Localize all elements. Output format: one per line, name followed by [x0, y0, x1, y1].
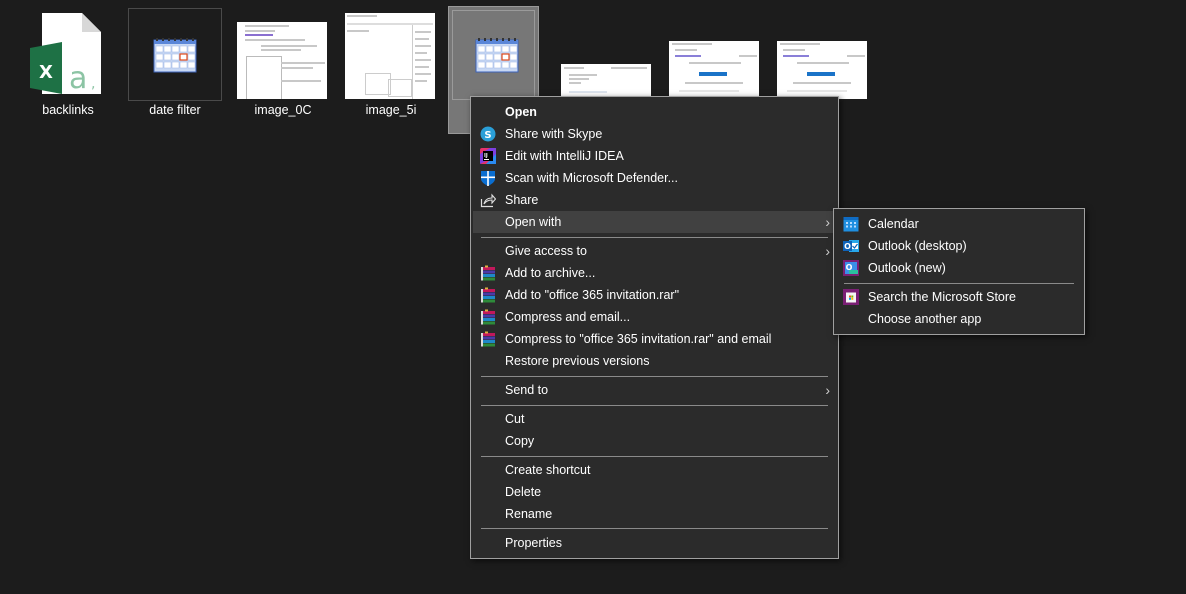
submenu-item-outlook-desktop[interactable]: O Outlook (desktop): [836, 235, 1082, 257]
file-email-thumb-2[interactable]: [669, 41, 759, 99]
menu-item-label: Create shortcut: [505, 463, 591, 477]
menu-separator: [481, 237, 828, 238]
menu-item-restore-previous-versions[interactable]: Restore previous versions: [473, 350, 836, 372]
winrar-icon: [481, 265, 495, 281]
context-menu: Open S Share with Skype IJ Edit with Int…: [470, 96, 839, 559]
menu-separator: [844, 283, 1074, 284]
file-name: image_0C: [254, 103, 312, 117]
menu-item-label: Send to: [505, 383, 549, 397]
intellij-icon: IJ: [480, 148, 496, 164]
svg-text:,: ,: [91, 76, 95, 92]
menu-item-label: Scan with Microsoft Defender...: [505, 171, 678, 185]
menu-item-label: Open with: [505, 215, 562, 229]
menu-item-label: Compress to "office 365 invitation.rar" …: [505, 332, 772, 346]
menu-item-open[interactable]: Open: [473, 101, 836, 123]
menu-item-copy[interactable]: Copy: [473, 430, 836, 452]
menu-item-label: Compress and email...: [505, 310, 631, 324]
menu-item-label: Open: [505, 105, 537, 119]
menu-item-share[interactable]: Share: [473, 189, 836, 211]
menu-item-label: Restore previous versions: [505, 354, 650, 368]
menu-item-label: Properties: [505, 536, 562, 550]
menu-item-label: Share: [505, 193, 539, 207]
submenu-item-label: Outlook (new): [868, 261, 946, 275]
menu-item-compress-to-rar-and-email[interactable]: Compress to "office 365 invitation.rar" …: [473, 328, 836, 350]
menu-item-label: Copy: [505, 434, 535, 448]
share-icon: [480, 193, 496, 208]
submenu-item-label: Search the Microsoft Store: [868, 290, 1016, 304]
winrar-icon: [481, 309, 495, 325]
menu-item-label: Add to "office 365 invitation.rar": [505, 288, 680, 302]
file-name: backlinks: [42, 103, 94, 117]
menu-item-rename[interactable]: Rename: [473, 503, 836, 525]
svg-text:a: a: [69, 61, 87, 96]
menu-item-create-shortcut[interactable]: Create shortcut: [473, 459, 836, 481]
submenu-item-choose-another-app[interactable]: Choose another app: [836, 308, 1082, 330]
microsoft-store-icon: [843, 289, 859, 305]
menu-item-scan-with-defender[interactable]: Scan with Microsoft Defender...: [473, 167, 836, 189]
outlook-new-icon: O: [843, 260, 859, 276]
menu-item-open-with[interactable]: Open with ›: [473, 211, 836, 233]
svg-text:X: X: [39, 62, 53, 83]
submenu-item-search-microsoft-store[interactable]: Search the Microsoft Store: [836, 286, 1082, 308]
menu-item-add-to-rar[interactable]: Add to "office 365 invitation.rar": [473, 284, 836, 306]
submenu-item-label: Outlook (desktop): [868, 239, 967, 253]
svg-text:S: S: [484, 130, 491, 141]
file-name: image_5i: [365, 103, 417, 117]
file-email-thumb-1[interactable]: [561, 64, 651, 100]
submenu-item-outlook-new[interactable]: O Outlook (new): [836, 257, 1082, 279]
menu-item-label: Delete: [505, 485, 542, 499]
defender-shield-icon: [481, 171, 495, 186]
menu-item-compress-and-email[interactable]: Compress and email...: [473, 306, 836, 328]
submenu-item-label: Calendar: [868, 217, 919, 231]
submenu-item-label: Choose another app: [868, 312, 982, 326]
menu-item-label: Edit with IntelliJ IDEA: [505, 149, 624, 163]
outlook-desktop-icon: O: [843, 240, 859, 252]
calendar-file-icon: [153, 38, 197, 73]
menu-item-cut[interactable]: Cut: [473, 408, 836, 430]
menu-item-share-with-skype[interactable]: S Share with Skype: [473, 123, 836, 145]
submenu-item-calendar[interactable]: Calendar: [836, 213, 1082, 235]
chevron-right-icon: ›: [825, 382, 830, 398]
svg-text:IJ: IJ: [484, 153, 488, 159]
menu-item-label: Rename: [505, 507, 553, 521]
calendar-app-icon: [843, 217, 859, 232]
chevron-right-icon: ›: [825, 243, 830, 259]
excel-csv-icon: X a ,: [30, 13, 101, 96]
menu-item-give-access-to[interactable]: Give access to ›: [473, 240, 836, 262]
file-email-thumb-3[interactable]: [777, 41, 867, 99]
menu-separator: [481, 456, 828, 457]
svg-text:O: O: [844, 242, 851, 251]
menu-separator: [481, 405, 828, 406]
image-thumbnail: [237, 22, 327, 99]
chevron-right-icon: ›: [825, 214, 830, 230]
menu-item-label: Give access to: [505, 244, 587, 258]
skype-icon: S: [480, 126, 496, 142]
open-with-submenu: Calendar O Outlook (desktop) O Outlook (…: [833, 208, 1085, 335]
menu-item-delete[interactable]: Delete: [473, 481, 836, 503]
winrar-icon: [481, 331, 495, 347]
image-thumbnail: [345, 13, 435, 99]
winrar-icon: [481, 287, 495, 303]
menu-item-edit-with-intellij[interactable]: IJ Edit with IntelliJ IDEA: [473, 145, 836, 167]
menu-item-label: Cut: [505, 412, 525, 426]
calendar-file-icon: [475, 38, 519, 73]
menu-item-label: Add to archive...: [505, 266, 596, 280]
menu-item-properties[interactable]: Properties: [473, 532, 836, 554]
menu-separator: [481, 376, 828, 377]
menu-item-add-to-archive[interactable]: Add to archive...: [473, 262, 836, 284]
file-name: date filter: [149, 103, 201, 117]
menu-separator: [481, 528, 828, 529]
menu-item-label: Share with Skype: [505, 127, 603, 141]
menu-item-send-to[interactable]: Send to ›: [473, 379, 836, 401]
